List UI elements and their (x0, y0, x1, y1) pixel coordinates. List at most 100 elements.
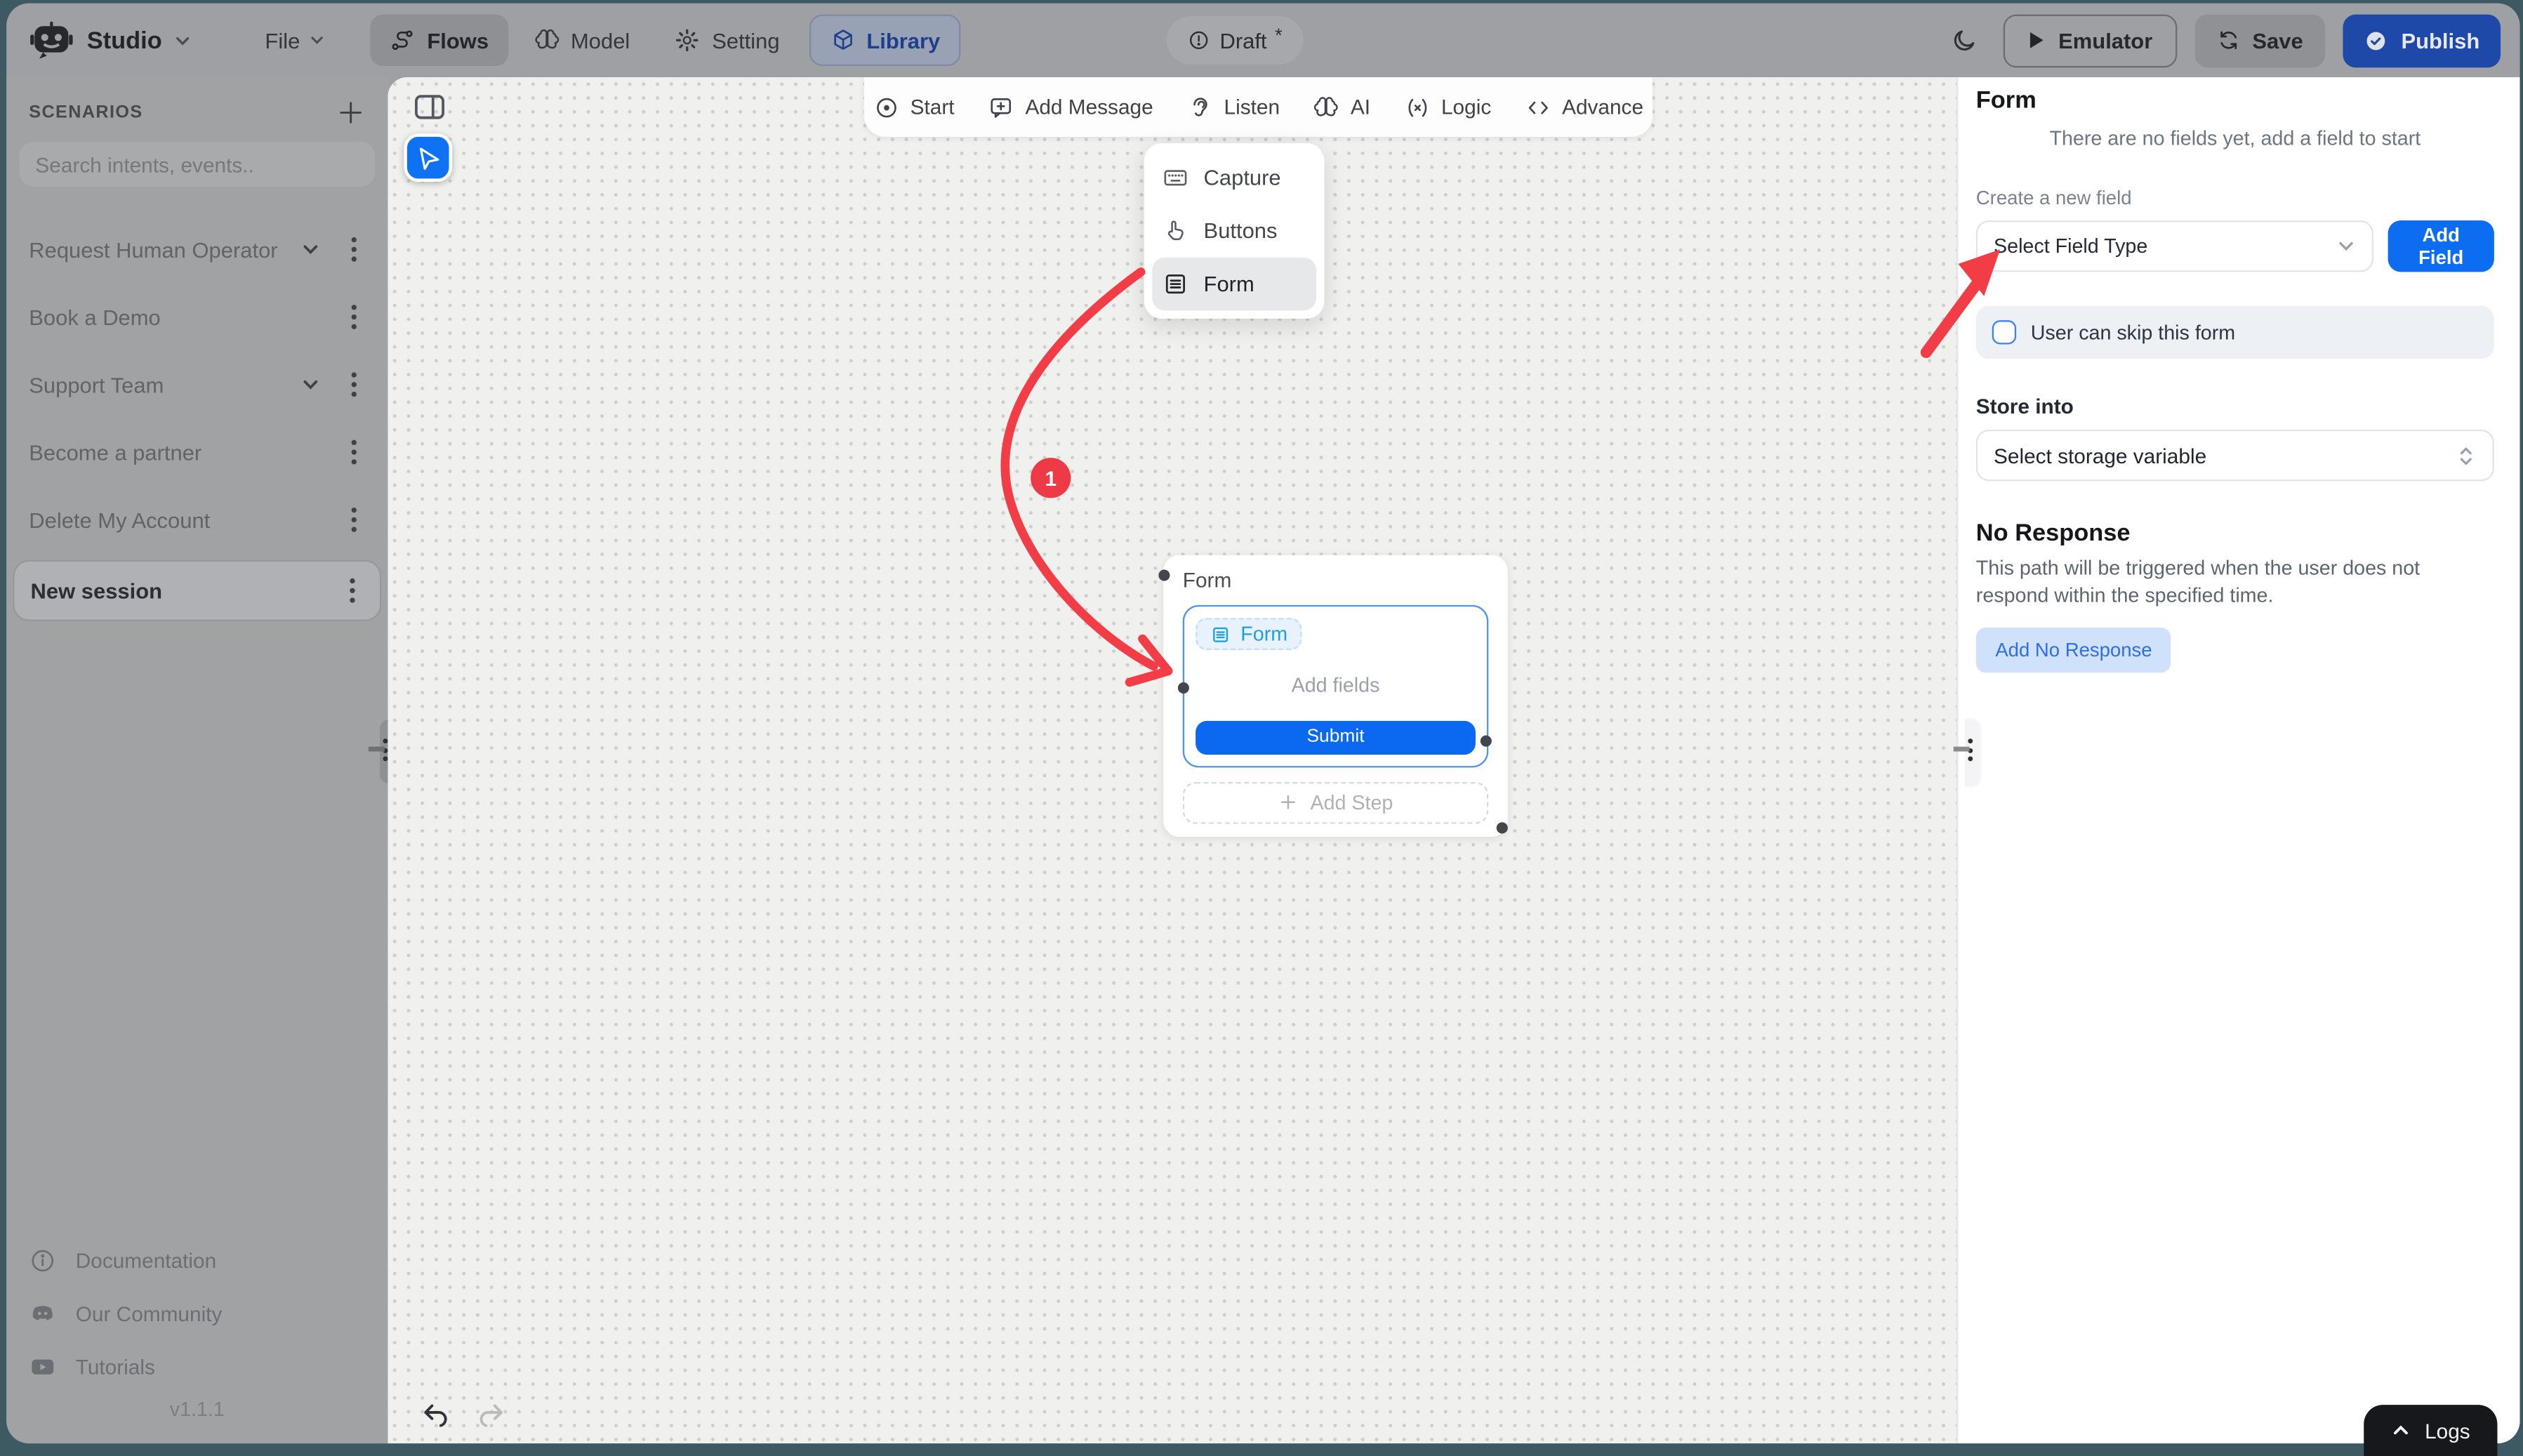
kebab-menu-icon[interactable] (341, 578, 364, 604)
code-brackets-icon (1525, 94, 1551, 120)
chevron-down-icon (2336, 237, 2356, 256)
redo-button[interactable] (475, 1398, 507, 1431)
store-into-label: Store into (1976, 395, 2494, 418)
emulator-label: Emulator (2058, 28, 2152, 52)
kebab-menu-icon[interactable] (343, 304, 365, 330)
kebab-menu-icon[interactable] (343, 507, 365, 533)
kebab-menu-icon[interactable] (343, 439, 365, 465)
draft-status-badge[interactable]: Draft * (1167, 16, 1304, 65)
create-field-label: Create a new field (1976, 187, 2494, 209)
connection-dot[interactable] (1497, 822, 1508, 833)
search-input[interactable] (20, 142, 376, 187)
start-icon (873, 94, 899, 120)
kebab-menu-icon[interactable] (343, 237, 365, 263)
toolbar-add-message-button[interactable]: Add Message (988, 94, 1153, 120)
undo-button[interactable] (420, 1398, 452, 1431)
studio-menu[interactable]: Studio (26, 15, 204, 66)
add-no-response-button[interactable]: Add No Response (1976, 627, 2171, 672)
moon-icon (1951, 26, 1980, 55)
connection-dot[interactable] (1178, 682, 1189, 694)
skip-form-label: User can skip this form (2031, 321, 2235, 343)
form-step-box[interactable]: Form Add fields Submit (1183, 605, 1489, 767)
form-node[interactable]: Form Form Add fields Submit (1163, 555, 1508, 836)
file-menu[interactable]: File (246, 15, 345, 66)
draft-label: Draft (1219, 28, 1266, 52)
toolbar-label: Listen (1224, 95, 1280, 119)
scenario-label: Support Team (29, 373, 300, 397)
alert-circle-icon (1188, 29, 1210, 51)
logs-label: Logs (2425, 1419, 2470, 1443)
community-link[interactable]: Our Community (6, 1288, 388, 1341)
add-scenario-button[interactable] (336, 98, 365, 127)
panel-toggle-button[interactable] (413, 93, 446, 121)
storage-variable-select[interactable]: Select storage variable (1976, 430, 2494, 481)
app-root: Studio File (0, 0, 2523, 1456)
add-fields-placeholder[interactable]: Add fields (1196, 673, 1476, 696)
sidebar-item-delete-my-account[interactable]: Delete My Account (13, 496, 381, 544)
form-chip[interactable]: Form (1196, 618, 1302, 650)
toolbar-logic-button[interactable]: Logic (1404, 94, 1491, 120)
toolbar-label: Logic (1441, 95, 1491, 119)
emulator-button[interactable]: Emulator (2004, 13, 2176, 67)
dark-mode-toggle[interactable] (1944, 20, 1986, 62)
toolbar-start-button[interactable]: Start (873, 94, 955, 120)
sidebar-item-new-session[interactable]: New session (13, 560, 381, 621)
add-step-button[interactable]: Add Step (1183, 781, 1489, 823)
info-icon (29, 1247, 56, 1274)
chevron-down-icon (310, 32, 326, 48)
brain-icon (534, 27, 559, 53)
toolbar-advance-button[interactable]: Advance (1525, 94, 1643, 120)
sidebar-header: SCENARIOS (6, 77, 388, 127)
youtube-icon (29, 1354, 56, 1381)
tutorials-link[interactable]: Tutorials (6, 1340, 388, 1394)
ai-brain-icon (1313, 94, 1339, 120)
submit-button[interactable]: Submit (1196, 720, 1476, 754)
chevron-down-icon[interactable] (301, 375, 321, 395)
sidebar-item-become-a-partner[interactable]: Become a partner (13, 428, 381, 477)
scenario-list: Request Human Operator Book a Demo Supp (6, 225, 388, 621)
undo-icon (420, 1398, 452, 1431)
sidebar-item-support-team[interactable]: Support Team (13, 360, 381, 409)
skip-form-checkbox[interactable] (1992, 320, 2016, 344)
menu-item-capture[interactable]: Capture (1152, 151, 1316, 204)
chevron-down-icon[interactable] (301, 240, 321, 260)
tab-flows[interactable]: Flows (371, 15, 508, 66)
create-field-row: Select Field Type Add Field (1976, 220, 2494, 272)
plus-icon (1278, 792, 1299, 813)
field-type-value: Select Field Type (1994, 235, 2147, 258)
add-field-button[interactable]: Add Field (2388, 220, 2494, 272)
sidebar-item-book-a-demo[interactable]: Book a Demo (13, 293, 381, 341)
sidebar-item-request-human-operator[interactable]: Request Human Operator (13, 225, 381, 274)
add-step-label: Add Step (1310, 791, 1393, 814)
grip-dash-icon (369, 747, 385, 752)
kebab-menu-icon[interactable] (343, 371, 365, 397)
menu-item-form[interactable]: Form (1152, 258, 1316, 311)
check-circle-icon (2364, 28, 2388, 52)
connection-dot[interactable] (1481, 736, 1492, 747)
save-button[interactable]: Save (2194, 13, 2326, 67)
flow-canvas[interactable]: Start Add Message (388, 77, 1956, 1443)
cube-icon (830, 27, 856, 53)
logs-button[interactable]: Logs (2364, 1405, 2497, 1456)
panel-title: Form (1976, 87, 2494, 116)
grip-dash-icon (1954, 747, 1970, 752)
discord-icon (29, 1300, 56, 1328)
connection-dot[interactable] (1158, 569, 1170, 581)
documentation-link[interactable]: Documentation (6, 1234, 388, 1288)
app-version: v1.1.1 (6, 1398, 388, 1421)
tab-library[interactable]: Library (809, 15, 961, 66)
toolbar-ai-button[interactable]: AI (1313, 94, 1370, 120)
scenario-label: Delete My Account (29, 508, 343, 531)
tab-model[interactable]: Model (515, 15, 649, 66)
toolbar-label: Add Message (1025, 95, 1153, 119)
publish-button[interactable]: Publish (2343, 13, 2501, 67)
menu-item-buttons[interactable]: Buttons (1152, 204, 1316, 258)
cursor-tool-button[interactable] (404, 133, 452, 182)
scenario-label: Request Human Operator (29, 237, 300, 261)
toolbar-listen-button[interactable]: Listen (1187, 94, 1280, 120)
top-bar: Studio File (6, 4, 2519, 77)
panel-resize-handle[interactable] (1965, 720, 1980, 787)
field-type-select[interactable]: Select Field Type (1976, 220, 2373, 272)
tab-setting[interactable]: Setting (656, 15, 799, 66)
listen-dropdown-menu: Capture Buttons (1144, 143, 1325, 319)
